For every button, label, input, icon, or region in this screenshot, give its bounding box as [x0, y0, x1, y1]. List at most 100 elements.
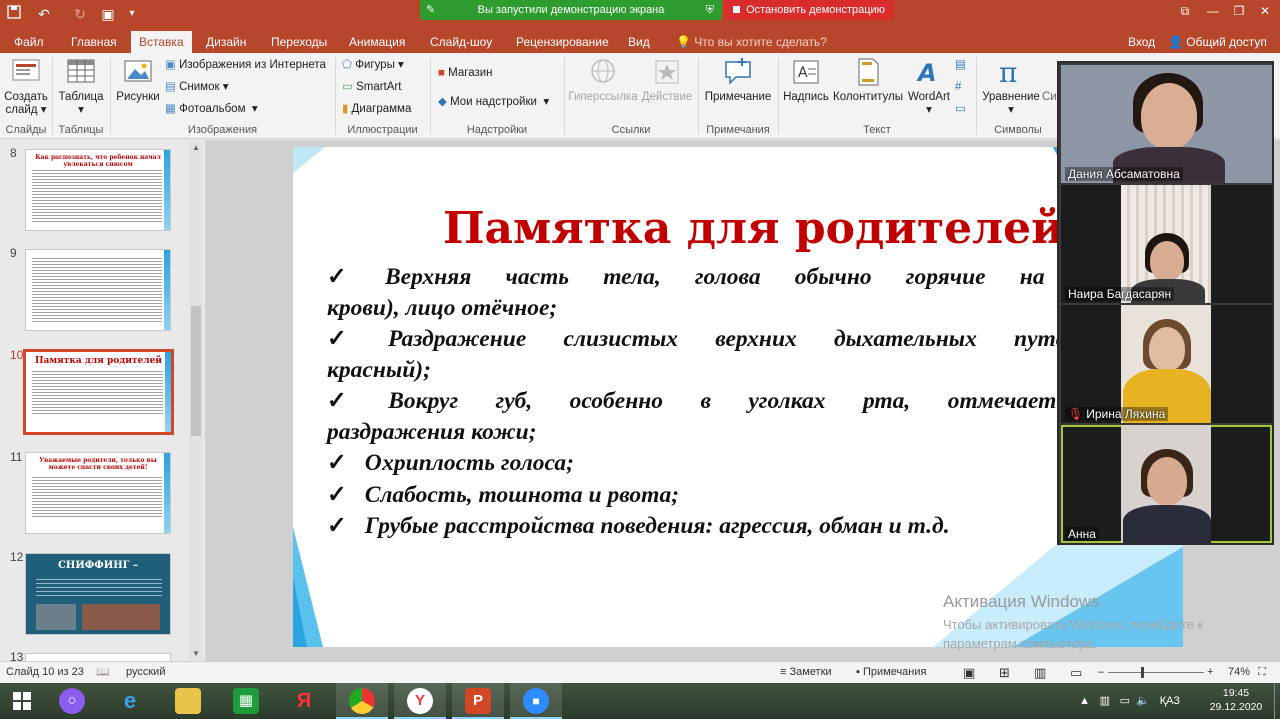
zoom-slider[interactable] [1108, 672, 1204, 673]
taskbar-store[interactable]: ▦ [220, 683, 272, 719]
slide-canvas[interactable]: Памятка для родителей ✓ Верхняя часть тел… [293, 147, 1183, 647]
tab-transitions[interactable]: Переходы [271, 31, 327, 53]
undo-icon[interactable]: ↶ [34, 4, 54, 24]
bullet-1-line-2[interactable]: крови), лицо отёчное; [327, 293, 1183, 324]
new-slide-button[interactable]: Создать слайд ▾ [4, 57, 48, 117]
pictures-button[interactable]: Рисунки [114, 57, 162, 104]
slide-thumbnail-10[interactable]: Памятка для родителей [23, 349, 174, 435]
slide-thumbnail-11[interactable]: Уважаемые родители, только вы можете спа… [25, 452, 171, 534]
tab-insert[interactable]: Вставка [131, 31, 192, 53]
equation-button[interactable]: π Уравнение ▾ [980, 57, 1042, 117]
slide-thumbnail-12[interactable]: СНИФФИНГ – [25, 553, 171, 635]
chart-button[interactable]: ▮ Диаграмма [342, 100, 411, 118]
notes-button[interactable]: ≡ Заметки [780, 662, 832, 683]
online-pictures-button[interactable]: ▣ Изображения из Интернета [165, 56, 326, 74]
taskbar-file-explorer[interactable] [162, 683, 214, 719]
shapes-button[interactable]: ⬠ Фигуры ▾ [342, 56, 404, 74]
start-button[interactable] [0, 683, 44, 719]
table-button[interactable]: Таблица ▾ [56, 57, 106, 117]
participant-tile-2[interactable]: Наира Багдасарян [1061, 185, 1272, 303]
ribbon-display-icon[interactable]: ⧉ [1170, 0, 1200, 22]
redo-icon[interactable]: ↻ [70, 4, 90, 24]
volume-icon[interactable]: 🔈 [1136, 683, 1150, 719]
tab-review[interactable]: Рецензирование [516, 31, 609, 53]
scroll-up-icon[interactable]: ▲ [189, 142, 203, 154]
tray-expand-icon[interactable]: ▲ [1079, 683, 1090, 719]
sign-in-link[interactable]: Вход [1128, 31, 1155, 53]
photo-album-button[interactable]: ▦ Фотоальбом ▾ [165, 100, 258, 118]
slide-thumbnail-9[interactable] [25, 249, 171, 331]
tab-slideshow[interactable]: Слайд-шоу [430, 31, 492, 53]
slide-number-icon[interactable]: # [955, 78, 961, 96]
taskbar-alice[interactable]: ○ [46, 683, 98, 719]
participant-tile-4[interactable]: Анна [1061, 425, 1272, 543]
my-addins-button[interactable]: ◆ Мои надстройки ▾ [438, 93, 549, 111]
scrollbar-thumb[interactable] [191, 306, 201, 436]
close-button[interactable]: ✕ [1250, 0, 1280, 22]
scroll-down-icon[interactable]: ▼ [189, 648, 203, 660]
bullet-6[interactable]: ✓ Грубые расстройства поведения: агрессия… [327, 511, 1183, 542]
zoom-out-icon[interactable]: – [1098, 662, 1104, 683]
comment-button[interactable]: Примечание [702, 57, 774, 104]
comments-button[interactable]: ▪ Примечания [856, 662, 926, 683]
slide-thumbnail-8[interactable]: Как распознать, что ребенок начал увлека… [25, 149, 171, 231]
reading-view-icon[interactable]: ▥ [1034, 662, 1046, 683]
wordart-button[interactable]: A WordArt ▾ [906, 57, 952, 117]
thumbnail-decoration [165, 352, 171, 432]
show-desktop-button[interactable] [1274, 683, 1280, 719]
screenshot-button[interactable]: ▤ Снимок ▾ [165, 78, 228, 96]
taskbar-yandex[interactable]: Я [278, 683, 330, 719]
header-footer-button[interactable]: Колонтитулы [832, 57, 904, 104]
fit-to-window-icon[interactable]: ⛶ [1258, 662, 1266, 683]
slide-thumbnail-13[interactable] [25, 653, 171, 661]
taskbar-internet-explorer[interactable]: e [104, 683, 156, 719]
clock[interactable]: 19:45 29.12.2020 [1206, 686, 1266, 714]
stop-share-button[interactable]: Остановить демонстрацию [724, 0, 894, 20]
slideshow-view-icon[interactable]: ▭ [1070, 662, 1082, 683]
bullet-5[interactable]: ✓ Слабость, тошнота и рвота; [327, 480, 1183, 511]
input-language[interactable]: ҚАЗ [1160, 683, 1180, 719]
store-button[interactable]: ■ Магазин [438, 64, 493, 82]
thumbnail-scrollbar[interactable]: ▲ ▼ [189, 142, 203, 660]
save-icon[interactable] [4, 4, 24, 24]
action-button[interactable]: Действие [640, 57, 694, 104]
customize-toolbar-icon[interactable]: ▾ [122, 4, 142, 24]
smartart-button[interactable]: ▭ SmartArt [342, 78, 401, 96]
date-time-icon[interactable]: ▤ [955, 56, 966, 74]
tab-animation[interactable]: Анимация [349, 31, 405, 53]
taskbar-powerpoint[interactable]: P [452, 683, 504, 719]
bullet-2-line-1[interactable]: ✓ Раздражение слизистых верхних дыхательн… [327, 324, 1079, 355]
tab-file[interactable]: Файл [14, 31, 44, 53]
battery-icon[interactable]: ▭ [1120, 683, 1130, 719]
taskbar-chrome[interactable] [336, 683, 388, 719]
spellcheck-icon[interactable]: 📖 [96, 662, 110, 683]
start-slideshow-icon[interactable]: ▣ [98, 4, 118, 24]
participant-tile-3[interactable]: 🎙 Ирина Ляхина [1061, 305, 1272, 423]
textbox-button[interactable]: A Надпись [782, 57, 830, 104]
normal-view-icon[interactable]: ▣ [963, 662, 975, 683]
network-icon[interactable]: ▥ [1100, 683, 1110, 719]
symbol-button[interactable]: Си [1042, 57, 1056, 104]
zoom-in-icon[interactable]: + [1207, 662, 1213, 683]
bullet-3-line-2[interactable]: раздражения кожи; [327, 417, 1183, 448]
bullet-4[interactable]: ✓ Охриплость голоса; [327, 448, 1183, 479]
tab-design[interactable]: Дизайн [206, 31, 246, 53]
zoom-slider-handle[interactable] [1141, 667, 1144, 678]
object-icon[interactable]: ▭ [955, 100, 966, 118]
zoom-level[interactable]: 74% [1228, 662, 1250, 683]
bullet-3-line-1[interactable]: ✓ Вокруг губ, особенно в уголках рта, отм… [327, 386, 1079, 417]
slide-sorter-icon[interactable]: ⊞ [999, 662, 1010, 683]
thumbnail-title: Памятка для родителей [35, 356, 162, 366]
language-indicator[interactable]: русский [126, 662, 165, 683]
tab-home[interactable]: Главная [71, 31, 117, 53]
participant-tile-1[interactable]: Дания Абсаматовна [1061, 65, 1272, 183]
bullet-text: Слабость, тошнота и рвота; [364, 482, 680, 508]
taskbar-zoom[interactable]: ■ [510, 683, 562, 719]
share-button[interactable]: 👤 Общий доступ [1168, 31, 1267, 53]
bullet-1-line-1[interactable]: ✓ Верхняя часть тела, голова обычно горяч… [327, 262, 1183, 293]
hyperlink-button[interactable]: Гиперссылка [568, 57, 638, 104]
bullet-2-line-2[interactable]: красный); [327, 355, 1183, 386]
taskbar-yandex-browser[interactable]: Y [394, 683, 446, 719]
tab-view[interactable]: Вид [628, 31, 650, 53]
tell-me-box[interactable]: 💡 Что вы хотите сделать? [676, 31, 827, 53]
